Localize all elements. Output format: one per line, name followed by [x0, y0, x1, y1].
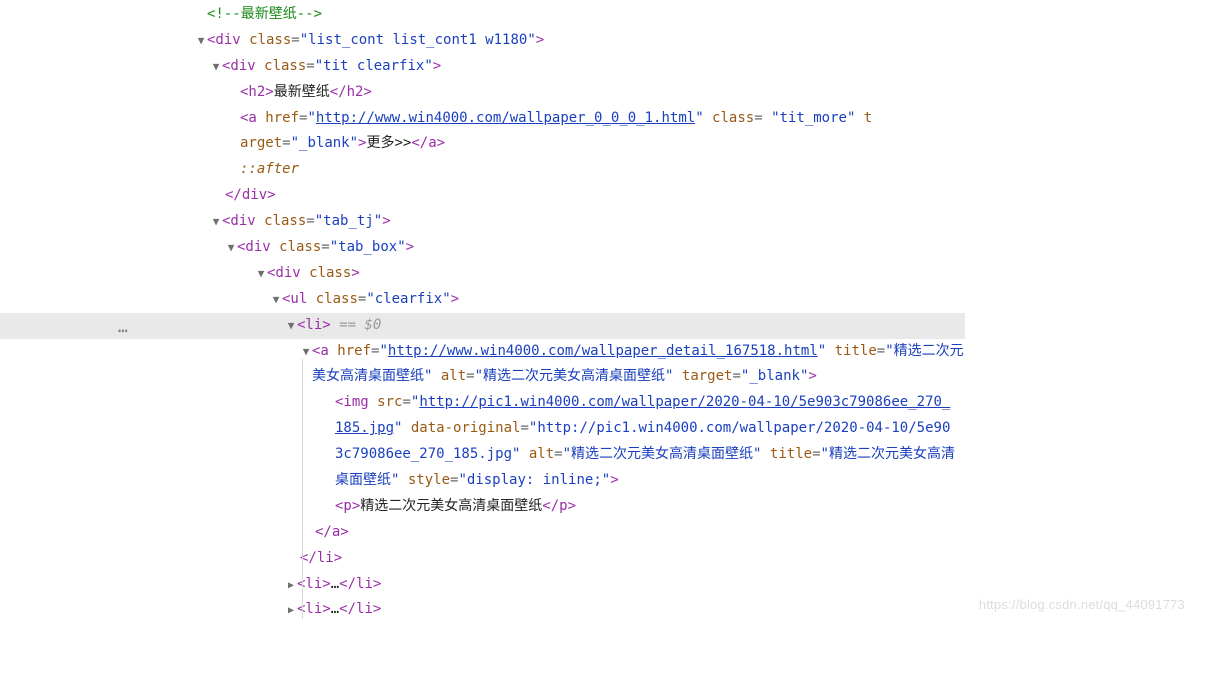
expand-arrow-icon[interactable]: ▼ — [210, 57, 222, 77]
element-ul-clearfix[interactable]: ▼<ul class="clearfix"> — [0, 287, 1205, 313]
spacer — [195, 5, 207, 25]
element-a-tit-more[interactable]: <a href="http://www.win4000.com/wallpape… — [0, 106, 1205, 158]
expand-arrow-icon[interactable]: ▼ — [255, 264, 267, 284]
element-a-wallpaper[interactable]: ▼<a href="http://www.win4000.com/wallpap… — [0, 339, 1205, 391]
expand-arrow-icon[interactable]: ▼ — [270, 290, 282, 310]
element-div-tab-tj[interactable]: ▼<div class="tab_tj"> — [0, 209, 1205, 235]
element-div-noclass[interactable]: ▼<div class> — [0, 261, 1205, 287]
expand-arrow-icon[interactable]: ▼ — [210, 212, 222, 232]
collapse-arrow-icon[interactable]: ▶ — [285, 602, 297, 621]
gutter-ellipsis-icon[interactable]: ⋯ — [118, 316, 129, 346]
element-div-close[interactable]: </div> — [0, 183, 1205, 209]
element-div-tit[interactable]: ▼<div class="tit clearfix"> — [0, 54, 1205, 80]
element-p[interactable]: <p>精选二次元美女高清桌面壁纸</p> — [0, 494, 1205, 520]
devtools-elements-panel: <!--最新壁纸--> ▼<div class="list_cont list_… — [0, 0, 1205, 623]
expand-arrow-icon[interactable]: ▼ — [195, 31, 207, 51]
selected-element-row[interactable]: ⋯ ▼<li> == $0 — [0, 313, 965, 339]
element-div-list-cont[interactable]: ▼<div class="list_cont list_cont1 w1180"… — [0, 28, 1205, 54]
element-li-close[interactable]: </li> — [0, 546, 1205, 572]
expand-arrow-icon[interactable]: ▼ — [225, 238, 237, 258]
element-div-tab-box[interactable]: ▼<div class="tab_box"> — [0, 235, 1205, 261]
collapse-arrow-icon[interactable]: ▶ — [285, 577, 297, 596]
expand-arrow-icon[interactable]: ▼ — [285, 316, 297, 336]
html-comment[interactable]: <!--最新壁纸--> — [0, 2, 1205, 28]
tree-guide-line — [302, 359, 303, 619]
element-img[interactable]: <img src="http://pic1.win4000.com/wallpa… — [0, 390, 1205, 494]
watermark-text: https://blog.csdn.net/qq_44091773 — [979, 593, 1185, 617]
element-a-close[interactable]: </a> — [0, 520, 1205, 546]
pseudo-after[interactable]: ::after — [0, 157, 1205, 183]
element-h2[interactable]: <h2>最新壁纸</h2> — [0, 80, 1205, 106]
